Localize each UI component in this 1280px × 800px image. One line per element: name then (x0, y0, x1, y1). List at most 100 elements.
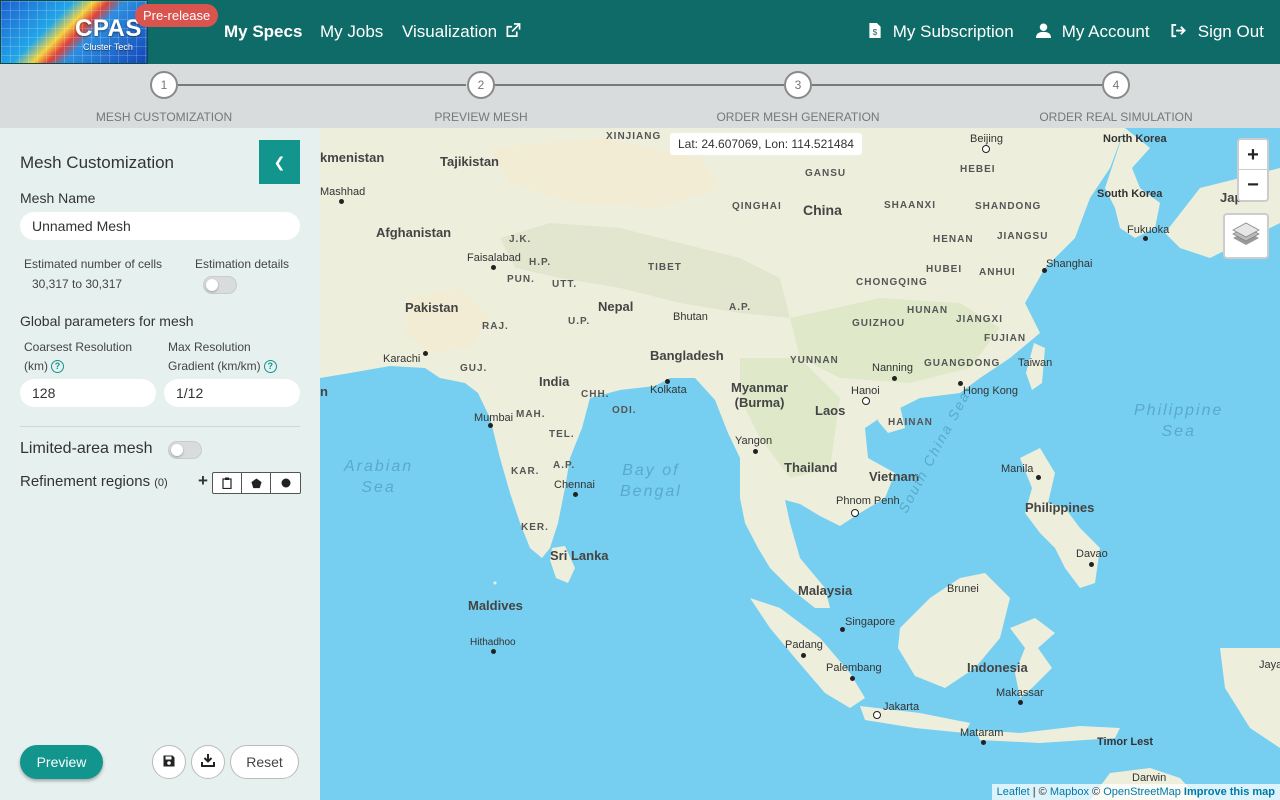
city-dot (1042, 268, 1047, 273)
polygon-icon (250, 477, 262, 488)
leaflet-link[interactable]: Leaflet (997, 786, 1030, 798)
nav-my-specs[interactable]: My Specs (224, 22, 302, 42)
sumatra-island (750, 598, 865, 708)
est-details-toggle[interactable] (203, 276, 237, 294)
global-params-heading: Global parameters for mesh (20, 313, 194, 329)
map-label: Pakistan (405, 300, 459, 315)
capital-marker (873, 711, 881, 719)
map-view[interactable]: kmenistan Tajikistan XINJIANG Beijing No… (320, 128, 1280, 800)
map-label: GUJ. (460, 363, 488, 374)
nav-my-jobs[interactable]: My Jobs (320, 22, 383, 42)
collapse-panel-button[interactable]: ❮ (259, 140, 300, 184)
sign-out-icon (1171, 23, 1186, 38)
mesh-name-label: Mesh Name (20, 190, 96, 206)
layers-button[interactable] (1223, 213, 1269, 259)
map-label: Shanghai (1046, 258, 1093, 270)
map-label: Padang (785, 639, 823, 651)
panel-title: Mesh Customization (20, 153, 175, 172)
limited-area-toggle[interactable] (168, 441, 202, 459)
map-label: Hithadhoo (470, 637, 516, 648)
improve-map-link[interactable]: Improve this map (1184, 786, 1275, 798)
save-icon (163, 755, 175, 767)
map-label: HUBEI (926, 264, 963, 275)
city-dot (573, 492, 578, 497)
step-3-label: ORDER MESH GENERATION (716, 110, 880, 124)
polygon-tool-button[interactable] (242, 473, 271, 493)
cpas-logo[interactable]: CPAS Cluster Tech (0, 0, 148, 64)
coarsest-res-label-line1: Coarsest Resolution (24, 340, 133, 354)
nav-sign-out[interactable]: Sign Out (1170, 22, 1264, 42)
map-label: Myanmar (731, 380, 789, 395)
map-label: Davao (1076, 548, 1108, 560)
map-label: HUNAN (907, 305, 949, 316)
chevron-left-icon: ❮ (273, 154, 286, 170)
map-label: U.P. (568, 316, 591, 327)
clipboard-icon (222, 477, 232, 489)
map-label: Thailand (784, 460, 838, 475)
map-label: HENAN (933, 234, 974, 245)
city-dot (1089, 562, 1094, 567)
nav-my-account[interactable]: My Account (1036, 22, 1150, 42)
user-icon (1036, 23, 1051, 38)
zoom-in-button[interactable]: + (1239, 140, 1267, 170)
zoom-out-button[interactable]: − (1239, 170, 1267, 200)
map-label-arabian-sea: Arabian Sea (344, 456, 413, 498)
cursor-coordinates: Lat: 24.607069, Lon: 114.521484 (670, 133, 862, 155)
preview-button[interactable]: Preview (20, 745, 103, 779)
save-button[interactable] (152, 745, 186, 779)
mesh-name-input[interactable] (20, 212, 300, 240)
map-label: Yangon (735, 435, 773, 447)
map-label: Brunei (947, 583, 979, 595)
city-dot (491, 265, 496, 270)
reset-button[interactable]: Reset (230, 745, 299, 779)
help-icon[interactable]: ? (51, 360, 64, 373)
map-label: Arabian (344, 458, 414, 475)
map-label: Philippine (1134, 402, 1224, 419)
refinement-regions-label: Refinement regions (0) (20, 473, 168, 490)
step-4-circle[interactable]: 4 (1102, 71, 1130, 99)
help-icon[interactable]: ? (263, 360, 277, 373)
map-label: J.K. (509, 234, 532, 245)
map-label: Afghanistan (376, 225, 452, 240)
coarsest-res-input[interactable] (20, 379, 156, 407)
map-label-philippine-sea: Philippine Sea (1134, 400, 1223, 442)
map-label: Fukuoka (1127, 224, 1170, 236)
map-label: Bay of (622, 462, 680, 479)
map-label: KAR. (511, 466, 540, 477)
max-grad-label-line2: Gradient (km/km) (168, 359, 261, 373)
map-label-myanmar: Myanmar (Burma) (731, 380, 788, 410)
step-2-circle[interactable]: 2 (467, 71, 495, 99)
city-dot (801, 653, 806, 658)
map-label: Philippines (1025, 500, 1095, 515)
max-grad-label: Max Resolution Gradient (km/km)? (168, 338, 277, 376)
map-label: CHH. (581, 389, 610, 400)
city-dot (1143, 236, 1148, 241)
map-label: India (539, 374, 570, 389)
map-label: South Korea (1097, 188, 1163, 200)
nav-my-subscription[interactable]: $ My Subscription (869, 22, 1014, 42)
map-label: YUNNAN (790, 355, 839, 366)
map-label: Indonesia (967, 660, 1028, 675)
circle-tool-button[interactable] (271, 473, 300, 493)
download-button[interactable] (191, 745, 225, 779)
map-label: Makassar (996, 687, 1044, 699)
map-label: SHANDONG (975, 201, 1042, 212)
paste-region-button[interactable] (213, 473, 242, 493)
mapbox-link[interactable]: Mapbox (1050, 786, 1089, 798)
city-dot (491, 649, 496, 654)
step-connector (178, 84, 466, 86)
map-label: Mumbai (474, 412, 514, 424)
osm-link[interactable]: OpenStreetMap (1103, 786, 1181, 798)
max-grad-input[interactable] (164, 379, 300, 407)
city-dot (665, 379, 670, 384)
coarsest-res-label-line2: (km) (24, 359, 48, 373)
city-dot (958, 381, 963, 386)
step-1-circle[interactable]: 1 (150, 71, 178, 99)
map-attribution: Leaflet | © Mapbox © OpenStreetMap Impro… (991, 784, 1280, 800)
step-3-circle[interactable]: 3 (784, 71, 812, 99)
nav-visualization[interactable]: Visualization (402, 22, 521, 42)
add-region-icon[interactable]: + (198, 471, 208, 491)
map-label: Bengal (620, 483, 682, 500)
city-dot (339, 199, 344, 204)
top-navbar: CPAS Cluster Tech Pre-release My Specs M… (0, 0, 1280, 64)
